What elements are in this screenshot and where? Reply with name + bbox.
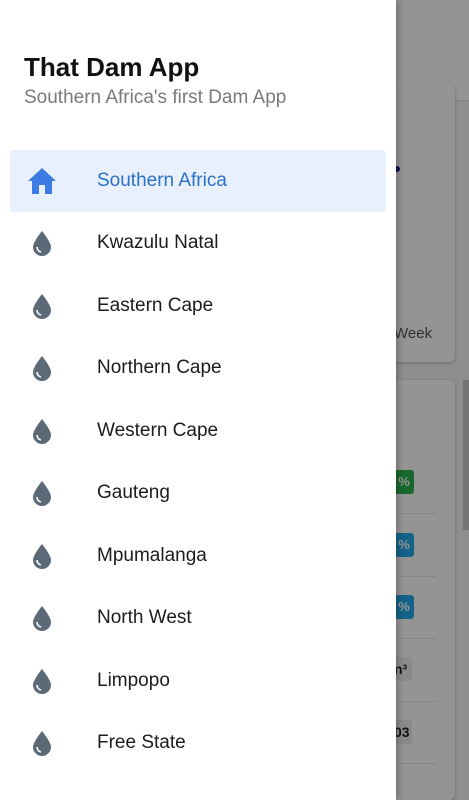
nav-item-mpumalanga[interactable]: Mpumalanga [10, 525, 386, 588]
water-drop-icon [26, 665, 58, 697]
nav-item-label: Western Cape [97, 419, 219, 441]
water-drop-icon [26, 415, 58, 447]
water-drop-icon [26, 477, 58, 509]
nav-item-northern-cape[interactable]: Northern Cape [10, 337, 386, 400]
nav-item-label: North West [97, 607, 192, 629]
water-drop-icon [26, 290, 58, 322]
region-list: Southern Africa Kwazulu Natal Eastern Ca… [10, 150, 386, 775]
nav-item-western-cape[interactable]: Western Cape [10, 400, 386, 463]
home-icon [26, 165, 58, 197]
water-drop-icon [26, 227, 58, 259]
water-drop-icon [26, 540, 58, 572]
nav-item-free-state[interactable]: Free State [10, 712, 386, 775]
nav-item-label: Mpumalanga [97, 544, 207, 566]
navigation-drawer: That Dam App Southern Africa's first Dam… [0, 0, 396, 800]
nav-item-limpopo[interactable]: Limpopo [10, 650, 386, 713]
nav-item-kwazulu-natal[interactable]: Kwazulu Natal [10, 212, 386, 275]
nav-item-label: Southern Africa [97, 170, 227, 191]
nav-item-label: Kwazulu Natal [97, 232, 219, 254]
nav-item-label: Gauteng [97, 482, 170, 504]
water-drop-icon [26, 352, 58, 384]
nav-item-north-west[interactable]: North West [10, 587, 386, 650]
app-subtitle: Southern Africa's first Dam App [24, 87, 287, 108]
water-drop-icon [26, 727, 58, 759]
nav-item-label: Eastern Cape [97, 294, 214, 316]
nav-item-label: Northern Cape [97, 357, 222, 379]
nav-item-label: Limpopo [97, 669, 170, 691]
nav-item-label: Free State [97, 732, 186, 754]
nav-item-gauteng[interactable]: Gauteng [10, 462, 386, 525]
nav-item-eastern-cape[interactable]: Eastern Cape [10, 275, 386, 338]
nav-item-southern-africa[interactable]: Southern Africa [10, 150, 386, 212]
app-title: That Dam App [24, 52, 200, 82]
water-drop-icon [26, 602, 58, 634]
